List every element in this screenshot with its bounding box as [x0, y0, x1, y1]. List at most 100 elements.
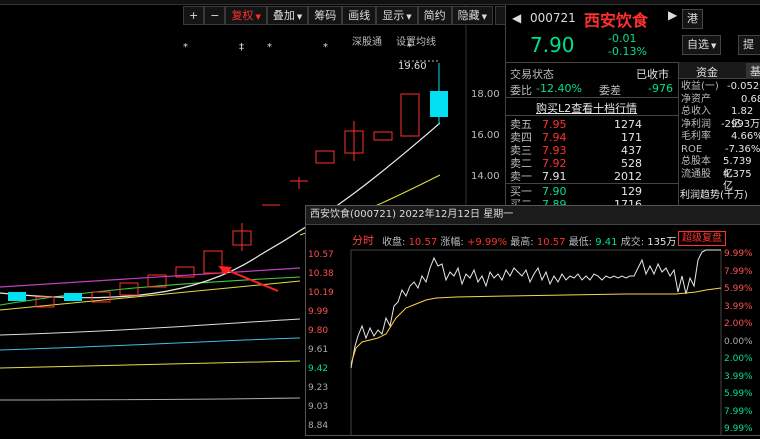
profit-trend-title: 利润趋势(千万) — [680, 190, 748, 201]
y-tick: 10.38 — [308, 269, 334, 279]
chevron-down-icon: ▼ — [255, 13, 261, 21]
back-arrow-icon[interactable]: ◀ — [512, 11, 521, 25]
stock-name: 西安饮食 — [584, 11, 649, 30]
y-tick: 9.99 — [308, 307, 329, 317]
chevron-down-icon: ▼ — [481, 13, 487, 21]
fuquan-button[interactable]: 复权 ▼ — [225, 6, 267, 25]
super-review-button[interactable]: 超级复盘 — [678, 231, 726, 246]
buy-price: 7.90 — [542, 185, 567, 198]
tab-ji[interactable]: 基 — [746, 63, 760, 79]
chips-button[interactable]: 筹码 — [308, 6, 343, 25]
finance-label: 流通股 — [681, 168, 711, 180]
divider — [678, 62, 679, 210]
forward-arrow-icon[interactable]: ▶ — [668, 8, 677, 22]
finance-label: 净利润 — [681, 118, 711, 130]
sell-label: 卖二 — [510, 157, 532, 170]
change-pct: -0.13% — [608, 45, 647, 58]
watchlist-button[interactable]: 自选 ▼ — [682, 35, 722, 55]
weibi-label: 委比 — [510, 84, 532, 97]
status-value: 已收市 — [636, 68, 669, 81]
sell-row-1: 卖一 7.91 2012 — [510, 170, 676, 183]
finance-row: 流通股 4.375亿 — [681, 168, 760, 193]
finance-value: -7.36% — [725, 143, 760, 155]
display-button[interactable]: 显示 ▼ — [376, 6, 418, 25]
status-label: 交易状态 — [510, 68, 554, 81]
pct-tick: 2.00% — [724, 319, 753, 329]
high-price-label: 19.60 — [398, 61, 427, 72]
hide-label: 隐藏 — [457, 9, 480, 22]
popup-titlebar[interactable]: 西安饮食(000721) 2022年12月12日 星期一 — [306, 206, 760, 225]
sell-label: 卖四 — [510, 131, 532, 144]
buy-row-1: 买一 7.90 129 — [510, 185, 676, 198]
zoom-in-button[interactable]: + — [183, 6, 205, 25]
pct-tick: 5.99% — [724, 284, 753, 294]
kline-y-tick: 16.00 — [471, 130, 500, 141]
zoom-out-button[interactable]: − — [204, 6, 226, 25]
chevron-down-icon: ▼ — [296, 13, 303, 21]
popup-left-axis: 10.57 10.38 10.19 9.99 9.80 9.61 9.42 9.… — [308, 246, 348, 436]
pct-tick: 2.00% — [724, 354, 753, 364]
finance-label: 总收入 — [681, 106, 711, 117]
draw-line-button[interactable]: 画线 — [342, 6, 377, 25]
divider — [506, 115, 678, 116]
tab-zijin[interactable]: 资金 — [696, 64, 718, 80]
sell-label: 卖五 — [510, 118, 532, 131]
simple-button[interactable]: 简约 — [417, 6, 452, 25]
y-tick: 10.19 — [308, 288, 334, 298]
finance-label: ROE — [681, 143, 703, 155]
kline-y-tick: 14.00 — [471, 171, 500, 182]
pct-tick: 3.99% — [724, 301, 753, 312]
sell-label: 卖一 — [510, 170, 532, 183]
kline-subbar: 深股通 设置均线 — [352, 33, 436, 48]
finance-label: 总股本 — [681, 156, 711, 167]
kline-toolbar: + − 复权 ▼ 叠加 ▼ 筹码 画线 显示 ▼ 简约 隐藏 ▼ — [183, 6, 537, 25]
finance-row: 净资产 0.68 — [681, 94, 760, 107]
y-tick: 9.80 — [308, 326, 329, 336]
buy-volume: 129 — [621, 185, 642, 198]
finance-label: 毛利率 — [681, 131, 711, 142]
sell-volume: 528 — [621, 157, 642, 170]
pct-tick: 9.99% — [724, 424, 753, 434]
sell-price: 7.93 — [542, 144, 567, 157]
finance-value: -0.052 — [727, 81, 760, 92]
marker-5: * — [407, 42, 412, 53]
hk-market-button[interactable]: 港 — [682, 9, 703, 29]
pct-tick: 9.99% — [724, 249, 753, 259]
weicha-label: 委差 — [599, 84, 621, 97]
sell-volume: 171 — [621, 131, 642, 144]
sell-row-5: 卖五 7.95 1274 — [510, 118, 676, 131]
finance-label: 收益(一) — [681, 81, 719, 92]
finance-tabs: 资金 基 — [678, 62, 760, 79]
intraday-chart — [350, 249, 722, 435]
sell-row-4: 卖四 7.94 171 — [510, 131, 676, 144]
ma-setting-label[interactable]: 设置均线 — [396, 33, 436, 48]
divider — [506, 97, 678, 98]
overlay-label: 叠加 — [272, 9, 295, 22]
finance-value: 4.66% — [731, 131, 760, 142]
y-tick: 10.57 — [308, 250, 334, 260]
sell-volume: 1274 — [614, 118, 642, 131]
finance-row: 收益(一) -0.052 — [681, 81, 760, 94]
sell-volume: 2012 — [614, 170, 642, 183]
marker-3: * — [267, 42, 272, 53]
last-price: 7.90 — [530, 33, 575, 57]
y-tick: 9.23 — [308, 383, 329, 393]
popup-title: 西安饮食(000721) 2022年12月12日 星期一 — [310, 209, 514, 220]
overlay-button[interactable]: 叠加 ▼ — [266, 6, 309, 25]
sell-price: 7.92 — [542, 157, 567, 170]
weibi-value: -12.40% — [536, 82, 582, 95]
hide-button[interactable]: 隐藏 ▼ — [451, 6, 493, 25]
sell-volume: 437 — [621, 144, 642, 157]
weicha-value: -976 — [648, 82, 673, 95]
sell-price: 7.95 — [542, 118, 567, 131]
chevron-down-icon: ▼ — [406, 13, 412, 21]
intraday-popup[interactable]: 西安饮食(000721) 2022年12月12日 星期一 分时 收盘: 10.5… — [305, 205, 760, 436]
shenzhen-connect-label[interactable]: 深股通 — [352, 33, 382, 48]
marker-4: * — [323, 42, 328, 53]
sell-price: 7.91 — [542, 170, 567, 183]
kline-y-tick: 18.00 — [471, 89, 500, 100]
buy-l2-link[interactable]: 购买L2查看十档行情 — [536, 100, 637, 116]
pct-tick: 7.99% — [724, 406, 753, 417]
sell-row-2: 卖二 7.92 528 — [510, 157, 676, 170]
alert-button[interactable]: 提 — [738, 35, 760, 55]
